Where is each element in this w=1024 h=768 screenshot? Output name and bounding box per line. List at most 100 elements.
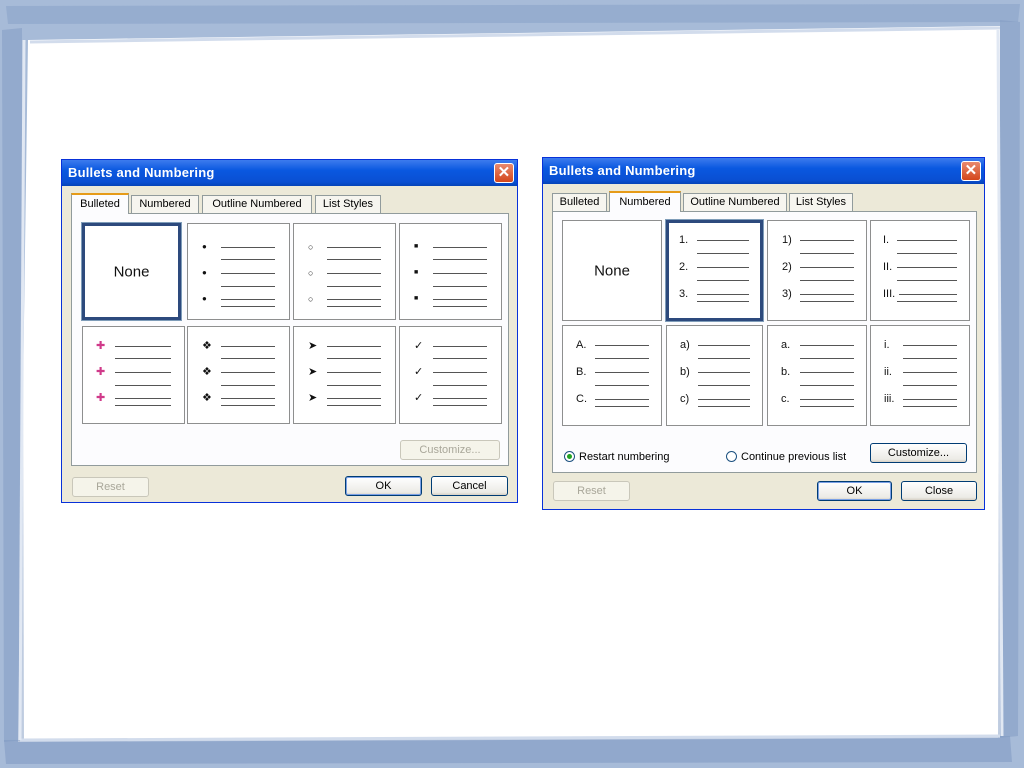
close-button[interactable]: Close bbox=[901, 481, 977, 501]
bullet-style-arrowhead[interactable]: ➤ ➤ ➤ bbox=[293, 326, 396, 424]
text-line bbox=[327, 385, 381, 386]
number-style-alpha-lower-paren[interactable]: a) b) c) bbox=[666, 325, 763, 426]
text-line bbox=[903, 385, 957, 386]
text-line bbox=[221, 358, 275, 359]
hollow-circle-icon: ○ bbox=[308, 242, 314, 252]
tab-bulleted[interactable]: Bulleted bbox=[71, 193, 129, 214]
text-line bbox=[433, 259, 487, 260]
tab-outline-numbered[interactable]: Outline Numbered bbox=[683, 193, 787, 211]
text-line bbox=[115, 358, 171, 359]
filled-dot-icon: ● bbox=[202, 294, 207, 303]
text-line bbox=[221, 306, 275, 307]
restart-numbering-label: Restart numbering bbox=[579, 451, 670, 463]
customize-button[interactable]: Customize... bbox=[400, 440, 500, 460]
bullet-style-hollow-circle[interactable]: ○ ○ ○ bbox=[293, 223, 396, 320]
text-line bbox=[327, 358, 381, 359]
number-style-roman-lower[interactable]: i. ii. iii. bbox=[870, 325, 970, 426]
radio-unselected-icon[interactable] bbox=[726, 451, 737, 462]
tab-numbered[interactable]: Numbered bbox=[609, 191, 681, 212]
text-line bbox=[433, 286, 487, 287]
text-line bbox=[903, 345, 957, 346]
tab-list-styles[interactable]: List Styles bbox=[789, 193, 853, 211]
filled-dot-icon: ● bbox=[202, 268, 207, 277]
number-style-alpha-lower-period[interactable]: a. b. c. bbox=[767, 325, 867, 426]
reset-button[interactable]: Reset bbox=[72, 477, 149, 497]
checkmark-icon: ✓ bbox=[414, 366, 424, 378]
text-line bbox=[433, 273, 487, 274]
dialog-title: Bullets and Numbering bbox=[549, 163, 696, 178]
continue-previous-list-option[interactable]: Continue previous list bbox=[726, 450, 846, 464]
text-line bbox=[433, 405, 487, 406]
text-line bbox=[115, 385, 171, 386]
number-marker: 2. bbox=[679, 261, 689, 273]
text-line bbox=[697, 294, 749, 295]
filled-dot-icon: ● bbox=[202, 242, 207, 251]
text-line bbox=[595, 406, 649, 407]
dialog-title: Bullets and Numbering bbox=[68, 165, 215, 180]
bullet-style-four-diamond[interactable]: ❖ ❖ ❖ bbox=[187, 326, 290, 424]
text-line bbox=[800, 358, 854, 359]
tab-bulleted[interactable]: Bulleted bbox=[552, 193, 607, 211]
bullet-style-checkmark[interactable]: ✓ ✓ ✓ bbox=[399, 326, 502, 424]
tab-numbered[interactable]: Numbered bbox=[131, 195, 199, 213]
square-icon: ■ bbox=[414, 269, 419, 276]
text-line bbox=[698, 399, 750, 400]
reset-button[interactable]: Reset bbox=[553, 481, 630, 501]
ok-button[interactable]: OK bbox=[817, 481, 892, 501]
text-line bbox=[897, 280, 957, 281]
customize-button[interactable]: Customize... bbox=[870, 443, 967, 463]
number-style-arabic-period[interactable]: 1. 2. 3. bbox=[665, 219, 764, 322]
text-line bbox=[903, 358, 957, 359]
text-line bbox=[327, 259, 381, 260]
number-marker: 3) bbox=[782, 288, 792, 300]
number-style-arabic-paren[interactable]: 1) 2) 3) bbox=[767, 220, 867, 321]
text-line bbox=[327, 299, 381, 300]
text-line bbox=[698, 345, 750, 346]
number-marker: 3. bbox=[679, 288, 689, 300]
text-line bbox=[903, 406, 957, 407]
number-marker: 1. bbox=[679, 234, 689, 246]
square-icon: ■ bbox=[414, 295, 419, 302]
text-line bbox=[221, 398, 275, 399]
text-line bbox=[327, 372, 381, 373]
number-style-none[interactable]: None bbox=[562, 220, 662, 321]
number-marker: b. bbox=[781, 366, 791, 378]
text-line bbox=[800, 267, 854, 268]
number-marker: c) bbox=[680, 393, 690, 405]
text-line bbox=[433, 358, 487, 359]
text-line bbox=[903, 372, 957, 373]
text-line bbox=[899, 294, 957, 295]
number-marker: A. bbox=[576, 339, 587, 351]
dialog-title-bar: Bullets and Numbering ✕ bbox=[543, 158, 984, 184]
radio-selected-icon[interactable] bbox=[564, 451, 575, 462]
four-diamond-icon: ❖ bbox=[202, 366, 212, 378]
tab-outline-numbered[interactable]: Outline Numbered bbox=[202, 195, 312, 213]
number-marker: iii. bbox=[884, 393, 895, 405]
text-line bbox=[800, 253, 854, 254]
number-style-alpha-upper[interactable]: A. B. C. bbox=[562, 325, 662, 426]
text-line bbox=[327, 346, 381, 347]
bullet-style-square[interactable]: ■ ■ ■ bbox=[399, 223, 502, 320]
text-line bbox=[595, 372, 649, 373]
dialog-title-bar: Bullets and Numbering ✕ bbox=[62, 160, 517, 186]
text-line bbox=[697, 253, 749, 254]
square-icon: ■ bbox=[414, 243, 419, 250]
text-line bbox=[697, 240, 749, 241]
text-line bbox=[433, 346, 487, 347]
bullet-style-picture[interactable]: ✚ ✚ ✚ bbox=[82, 326, 185, 424]
hollow-circle-icon: ○ bbox=[308, 294, 314, 304]
number-marker: 2) bbox=[782, 261, 792, 273]
number-marker: C. bbox=[576, 393, 587, 405]
close-icon[interactable]: ✕ bbox=[494, 163, 514, 183]
restart-numbering-option[interactable]: Restart numbering bbox=[564, 450, 670, 464]
text-line bbox=[800, 301, 854, 302]
bullet-style-filled-dot[interactable]: ● ● ● bbox=[187, 223, 290, 320]
number-style-roman-upper[interactable]: I. II. III. bbox=[870, 220, 970, 321]
close-icon[interactable]: ✕ bbox=[961, 161, 981, 181]
number-marker: a. bbox=[781, 339, 791, 351]
number-marker: a) bbox=[680, 339, 690, 351]
bullet-style-none[interactable]: None bbox=[81, 222, 182, 321]
ok-button[interactable]: OK bbox=[345, 476, 422, 496]
tab-list-styles[interactable]: List Styles bbox=[315, 195, 381, 213]
cancel-button[interactable]: Cancel bbox=[431, 476, 508, 496]
